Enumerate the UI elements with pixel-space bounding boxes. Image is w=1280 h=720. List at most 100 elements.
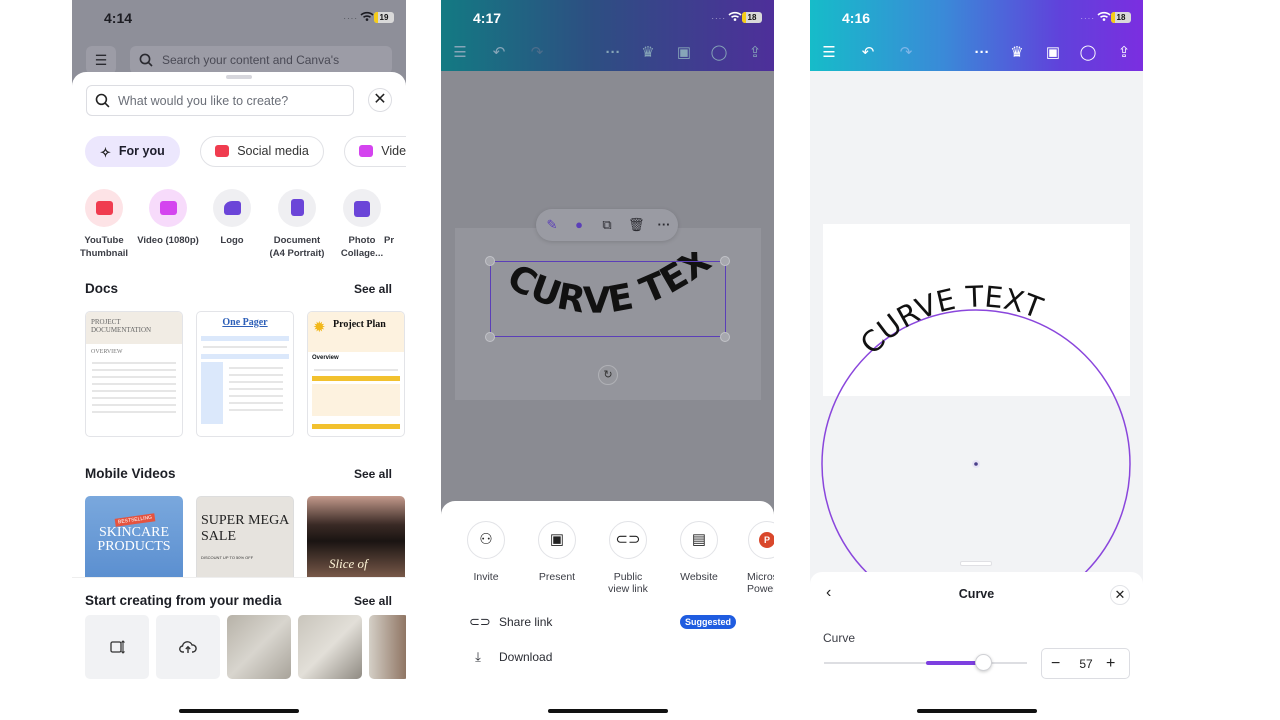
more-icon[interactable]: ··· — [603, 43, 623, 63]
resize-handle[interactable] — [720, 256, 730, 266]
template-title: SUPER MEGA SALE — [201, 513, 289, 544]
crown-icon[interactable]: ♛ — [638, 43, 658, 63]
link-icon: ⊂⊃ — [469, 614, 491, 629]
curve-value[interactable]: 57 — [1078, 654, 1094, 674]
decrement-button[interactable]: − — [1051, 654, 1060, 674]
curve-slider[interactable] — [824, 654, 1027, 671]
battery-indicator: 19 — [374, 12, 394, 23]
design-type-row: YouTube Thumbnail Video (1080p) Logo Doc… — [72, 189, 406, 261]
status-time: 4:17 — [473, 10, 502, 26]
chip-for-you[interactable]: ✧ For you — [85, 136, 180, 167]
share-option-present[interactable]: ▣ Present — [522, 521, 592, 583]
category-chips: ✧ For you Social media Video — [85, 136, 406, 167]
download-label: Download — [499, 650, 553, 664]
cellular-icon: ···· — [343, 14, 358, 23]
powerpoint-icon: P — [748, 521, 774, 559]
home-indicator — [179, 709, 299, 713]
cellular-icon: ···· — [711, 14, 726, 23]
share-option-label: Invite — [473, 571, 499, 583]
curved-text[interactable]: CURVE TEXT — [854, 279, 1048, 360]
duplicate-icon[interactable]: ⧉ — [599, 217, 615, 233]
share-option-public-view-link[interactable]: ⊂⊃ Public view link — [593, 521, 663, 595]
media-photo[interactable] — [298, 615, 362, 679]
media-see-all-link[interactable]: See all — [354, 594, 392, 608]
doc-template-project-plan[interactable]: ✹ Project Plan Overview — [307, 311, 405, 437]
media-section-title: Start creating from your media — [85, 593, 282, 608]
share-link-row[interactable]: ⊂⊃ Share link — [469, 614, 553, 629]
create-search-input[interactable]: What would you like to create? — [86, 85, 354, 116]
video-template-mega-sale[interactable]: SUPER MEGA SALE DISCOUNT UP TO 50% OFF — [196, 496, 294, 578]
panel-grabber[interactable] — [960, 561, 992, 566]
sparkle-icon: ✧ — [100, 145, 111, 160]
mobile-videos-see-all-link[interactable]: See all — [354, 467, 392, 481]
wifi-icon — [728, 11, 742, 21]
design-type-partial[interactable]: Pr — [384, 189, 406, 248]
more-icon[interactable]: ··· — [656, 217, 672, 233]
share-link-label: Share link — [499, 615, 553, 629]
present-icon[interactable]: ▣ — [674, 43, 694, 63]
rotate-handle[interactable]: ↻ — [598, 365, 618, 385]
close-button[interactable]: ✕ — [1110, 585, 1130, 605]
increment-button[interactable]: + — [1106, 654, 1115, 674]
chip-label: For you — [118, 144, 165, 158]
share-option-invite[interactable]: ⚇ Invite — [451, 521, 521, 583]
resize-handle[interactable] — [485, 256, 495, 266]
search-icon — [95, 93, 110, 108]
curve-slider-thumb[interactable] — [975, 654, 993, 671]
home-indicator — [916, 709, 1037, 713]
close-icon: ✕ — [373, 91, 387, 108]
cloud-upload-icon — [179, 641, 197, 653]
video-camera-icon — [359, 145, 374, 157]
share-option-website[interactable]: ▤ Website — [664, 521, 734, 583]
element-context-menu: ✎ ● ⧉ 🗑 ··· — [536, 209, 678, 241]
media-photo[interactable] — [369, 615, 406, 679]
template-title: Project Plan — [333, 319, 386, 330]
docs-see-all-link[interactable]: See all — [354, 282, 392, 296]
chip-video[interactable]: Video — [344, 136, 406, 167]
download-row[interactable]: ⤓ Download — [473, 649, 553, 664]
redo-icon[interactable]: ↷ — [527, 43, 547, 63]
home-create-screen: 4:14 ···· 19 ☰ Search your content and C… — [72, 0, 406, 720]
panel-title: Curve — [958, 587, 995, 601]
undo-icon[interactable]: ↶ — [489, 43, 509, 63]
status-bar: 4:14 ···· 19 — [72, 0, 406, 36]
video-template-slice-of[interactable]: Slice of — [307, 496, 405, 578]
battery-indicator: 18 — [742, 12, 762, 23]
share-icon[interactable]: ⇪ — [745, 43, 765, 63]
sheet-grabber[interactable] — [226, 75, 252, 79]
search-icon — [139, 53, 153, 67]
design-type-label: Logo — [220, 235, 244, 246]
suggested-badge: Suggested — [680, 615, 737, 629]
top-search-input[interactable]: Search your content and Canva's — [130, 46, 392, 74]
resize-handle[interactable] — [720, 332, 730, 342]
selection-box[interactable] — [490, 261, 726, 337]
upload-button[interactable] — [156, 615, 220, 679]
design-type-youtube-thumbnail[interactable]: YouTube Thumbnail — [72, 189, 136, 260]
download-icon: ⤓ — [475, 649, 481, 664]
magic-edit-icon[interactable]: ✎ — [544, 217, 560, 233]
video-template-skincare[interactable]: BESTSELLING SKINCARE PRODUCTS — [85, 496, 183, 578]
resize-handle[interactable] — [485, 332, 495, 342]
doc-template-one-pager[interactable]: One Pager — [196, 311, 294, 437]
design-type-logo[interactable]: Logo — [200, 189, 264, 248]
media-photo[interactable] — [227, 615, 291, 679]
menu-button[interactable]: ☰ — [86, 46, 116, 74]
design-type-video[interactable]: Video (1080p) — [136, 189, 200, 248]
menu-icon[interactable]: ☰ — [450, 43, 470, 63]
delete-icon[interactable]: 🗑 — [628, 217, 645, 233]
close-button[interactable]: ✕ — [368, 88, 392, 112]
share-option-powerpoint[interactable]: P Microsoft PowerPoint — [732, 521, 774, 595]
comment-icon[interactable]: ◯ — [709, 43, 729, 63]
status-time: 4:14 — [104, 10, 133, 26]
design-type-document[interactable]: Document (A4 Portrait) — [265, 189, 329, 260]
editor-share-screen: 4:17 ···· 18 ☰ ↶ ↷ ··· ♛ ▣ ◯ ⇪ ✎ ● ⧉ 🗑 ·… — [441, 0, 774, 720]
wifi-icon — [360, 11, 374, 21]
template-subtitle: Overview — [312, 355, 339, 361]
design-type-label: Pr — [384, 235, 395, 246]
share-option-label: Microsoft PowerPoint — [747, 571, 774, 595]
link-icon: ⊂⊃ — [609, 521, 647, 559]
chip-social-media[interactable]: Social media — [200, 136, 324, 167]
ai-effect-icon[interactable]: ● — [571, 217, 587, 233]
custom-size-button[interactable] — [85, 615, 149, 679]
doc-template-project-documentation[interactable]: PROJECT DOCUMENTATION OVERVIEW — [85, 311, 183, 437]
